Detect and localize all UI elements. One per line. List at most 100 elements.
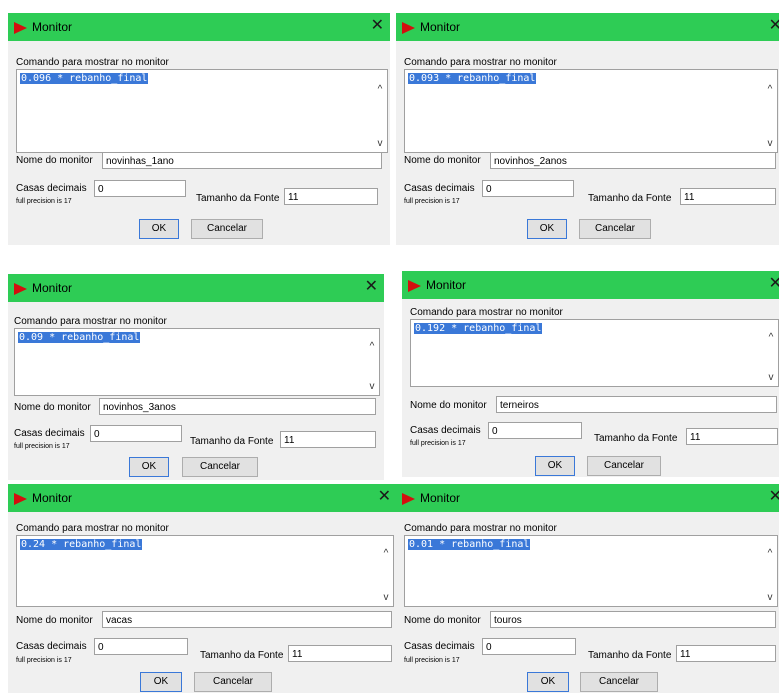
command-text: 0.09 * rebanho_final <box>18 332 141 343</box>
window-title: Monitor <box>32 491 73 505</box>
scroll-down-icon[interactable]: v <box>767 373 775 383</box>
command-textarea[interactable]: 0.096 * rebanho_final ^ v <box>16 69 388 153</box>
title-bar[interactable]: Monitor ✕ <box>396 484 779 512</box>
close-icon[interactable]: ✕ <box>365 278 378 296</box>
monitor-name-label: Nome do monitor <box>404 615 481 626</box>
ok-button[interactable]: OK <box>129 457 169 477</box>
window-title: Monitor <box>420 491 461 505</box>
cancel-button[interactable]: Cancelar <box>191 219 263 239</box>
ok-button[interactable]: OK <box>139 219 179 239</box>
command-label: Comando para mostrar no monitor <box>16 57 169 68</box>
monitor-name-label: Nome do monitor <box>16 615 93 626</box>
decimals-label: Casas decimais <box>16 641 87 652</box>
command-textarea[interactable]: 0.01 * rebanho_final ^ v <box>404 535 778 607</box>
monitor-name-field[interactable]: vacas <box>102 611 392 628</box>
monitor-dialog-terneiros: Monitor ✕ Comando para mostrar no monito… <box>402 271 779 477</box>
close-icon[interactable]: ✕ <box>378 488 391 506</box>
decimals-field[interactable]: 0 <box>94 180 186 197</box>
monitor-name-label: Nome do monitor <box>410 400 487 411</box>
decimals-field[interactable]: 0 <box>488 422 582 439</box>
monitor-name-field[interactable]: touros <box>490 611 776 628</box>
font-size-label: Tamanho da Fonte <box>588 650 672 661</box>
scroll-down-icon[interactable]: v <box>368 382 376 392</box>
title-bar[interactable]: Monitor ✕ <box>402 271 779 299</box>
close-icon[interactable]: ✕ <box>371 17 384 35</box>
window-title: Monitor <box>32 281 73 295</box>
font-size-field[interactable]: 11 <box>686 428 778 445</box>
title-bar[interactable]: Monitor ✕ <box>8 13 390 41</box>
app-arrow-icon <box>402 22 415 34</box>
decimals-label: Casas decimais <box>14 428 85 439</box>
monitor-name-field[interactable]: novinhos_3anos <box>99 398 376 415</box>
ok-button[interactable]: OK <box>527 672 569 692</box>
cancel-button[interactable]: Cancelar <box>194 672 272 692</box>
scroll-down-icon[interactable]: v <box>766 139 774 149</box>
cancel-button[interactable]: Cancelar <box>182 457 258 477</box>
scroll-down-icon[interactable]: v <box>382 593 390 603</box>
font-size-label: Tamanho da Fonte <box>588 193 672 204</box>
monitor-dialog-novinhos-2anos: Monitor ✕ Comando para mostrar no monito… <box>396 13 779 245</box>
monitor-dialog-novinhos-3anos: Monitor ✕ Comando para mostrar no monito… <box>8 274 384 480</box>
monitor-name-field[interactable]: novinhas_1ano <box>102 152 382 169</box>
cancel-button[interactable]: Cancelar <box>587 456 661 476</box>
font-size-field[interactable]: 11 <box>676 645 776 662</box>
precision-note: full precision is 17 <box>16 198 72 205</box>
app-arrow-icon <box>14 283 27 295</box>
cancel-button[interactable]: Cancelar <box>579 219 651 239</box>
title-bar[interactable]: Monitor ✕ <box>8 484 397 512</box>
scroll-up-icon[interactable]: ^ <box>382 549 390 559</box>
command-text: 0.096 * rebanho_final <box>20 73 149 84</box>
font-size-label: Tamanho da Fonte <box>200 650 284 661</box>
scroll-up-icon[interactable]: ^ <box>368 342 376 352</box>
scroll-up-icon[interactable]: ^ <box>766 549 774 559</box>
scroll-down-icon[interactable]: v <box>376 139 384 149</box>
cancel-button[interactable]: Cancelar <box>580 672 658 692</box>
window-title: Monitor <box>32 20 73 34</box>
monitor-name-label: Nome do monitor <box>16 155 93 166</box>
command-text: 0.24 * rebanho_final <box>20 539 143 550</box>
font-size-label: Tamanho da Fonte <box>190 436 274 447</box>
monitor-dialog-vacas: Monitor ✕ Comando para mostrar no monito… <box>8 484 397 693</box>
command-textarea[interactable]: 0.09 * rebanho_final ^ v <box>14 328 380 396</box>
font-size-field[interactable]: 11 <box>288 645 392 662</box>
scroll-up-icon[interactable]: ^ <box>766 85 774 95</box>
ok-button[interactable]: OK <box>140 672 182 692</box>
font-size-label: Tamanho da Fonte <box>594 433 678 444</box>
precision-note: full precision is 17 <box>410 440 466 447</box>
monitor-dialog-novinhas-1ano: Monitor ✕ Comando para mostrar no monito… <box>8 13 390 245</box>
decimals-field[interactable]: 0 <box>90 425 182 442</box>
scroll-up-icon[interactable]: ^ <box>767 333 775 343</box>
scroll-down-icon[interactable]: v <box>766 593 774 603</box>
decimals-field[interactable]: 0 <box>482 180 574 197</box>
monitor-name-field[interactable]: terneiros <box>496 396 777 413</box>
app-arrow-icon <box>14 493 27 505</box>
monitor-name-label: Nome do monitor <box>14 402 91 413</box>
command-text: 0.192 * rebanho_final <box>414 323 543 334</box>
font-size-field[interactable]: 11 <box>284 188 378 205</box>
scroll-up-icon[interactable]: ^ <box>376 85 384 95</box>
close-icon[interactable]: ✕ <box>769 488 779 506</box>
decimals-label: Casas decimais <box>16 183 87 194</box>
command-label: Comando para mostrar no monitor <box>410 307 563 318</box>
title-bar[interactable]: Monitor ✕ <box>396 13 779 41</box>
app-arrow-icon <box>402 493 415 505</box>
font-size-field[interactable]: 11 <box>280 431 376 448</box>
precision-note: full precision is 17 <box>404 657 460 664</box>
command-textarea[interactable]: 0.192 * rebanho_final ^ v <box>410 319 779 387</box>
font-size-label: Tamanho da Fonte <box>196 193 280 204</box>
ok-button[interactable]: OK <box>535 456 575 476</box>
ok-button[interactable]: OK <box>527 219 567 239</box>
decimals-field[interactable]: 0 <box>94 638 188 655</box>
title-bar[interactable]: Monitor ✕ <box>8 274 384 302</box>
command-textarea[interactable]: 0.093 * rebanho_final ^ v <box>404 69 778 153</box>
app-arrow-icon <box>14 22 27 34</box>
window-title: Monitor <box>426 278 467 292</box>
close-icon[interactable]: ✕ <box>769 17 779 35</box>
decimals-field[interactable]: 0 <box>482 638 576 655</box>
command-label: Comando para mostrar no monitor <box>404 523 557 534</box>
close-icon[interactable]: ✕ <box>769 275 779 293</box>
monitor-name-field[interactable]: novinhos_2anos <box>490 152 776 169</box>
precision-note: full precision is 17 <box>16 657 72 664</box>
command-textarea[interactable]: 0.24 * rebanho_final ^ v <box>16 535 394 607</box>
font-size-field[interactable]: 11 <box>680 188 776 205</box>
